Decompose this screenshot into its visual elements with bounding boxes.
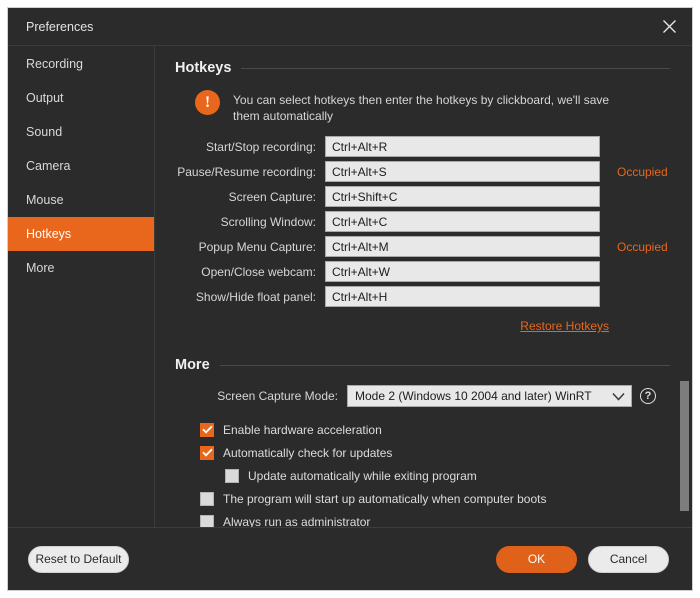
exclamation-icon: !: [195, 90, 220, 115]
section-divider: [219, 364, 670, 366]
more-section-header: More: [175, 357, 670, 373]
checkbox-row-enable-hardware-acceleration[interactable]: Enable hardware acceleration: [175, 418, 670, 441]
reset-to-default-button[interactable]: Reset to Default: [28, 545, 129, 573]
hotkey-input-popup-menu-capture[interactable]: [325, 236, 600, 257]
ok-button[interactable]: OK: [496, 545, 577, 573]
sidebar-item-label: Sound: [26, 125, 63, 139]
title-bar: Preferences: [8, 8, 692, 46]
hotkeys-section-header: Hotkeys: [175, 60, 670, 76]
sidebar-item-sound[interactable]: Sound: [8, 115, 154, 149]
sidebar-item-camera[interactable]: Camera: [8, 149, 154, 183]
hotkey-row: Show/Hide float panel:: [175, 284, 670, 309]
section-title-more: More: [175, 357, 210, 373]
restore-hotkeys-row: Restore Hotkeys: [175, 309, 609, 335]
hotkey-label: Popup Menu Capture:: [198, 239, 316, 254]
hotkey-input-open-close-webcam[interactable]: [325, 261, 600, 282]
hotkey-input-show-hide-float-panel[interactable]: [325, 286, 600, 307]
screen-capture-mode-row: Screen Capture Mode: Mode 2 (Windows 10 …: [175, 385, 670, 407]
checkbox-label: Update automatically while exiting progr…: [248, 468, 477, 483]
section-title-hotkeys: Hotkeys: [175, 60, 232, 76]
checkbox-start-up-automatically[interactable]: [200, 491, 214, 506]
checkbox-row-start-up-automatically[interactable]: The program will start up automatically …: [175, 487, 670, 510]
hotkeys-notice-text: You can select hotkeys then enter the ho…: [233, 93, 610, 123]
hotkey-row: Scrolling Window:: [175, 209, 670, 234]
hotkey-label: Pause/Resume recording:: [177, 164, 316, 179]
cancel-button[interactable]: Cancel: [588, 545, 669, 573]
scrollbar-thumb[interactable]: [680, 381, 689, 511]
content-area: Hotkeys ! You can select hotkeys then en…: [155, 46, 692, 527]
screen-capture-mode-select[interactable]: Mode 2 (Windows 10 2004 and later) WinRT: [347, 385, 632, 407]
sidebar-item-label: Recording: [26, 57, 83, 71]
chevron-down-icon: [605, 392, 631, 401]
hotkey-row: Start/Stop recording:: [175, 134, 670, 159]
window-title: Preferences: [26, 19, 94, 34]
checkbox-update-automatically-while-exiting[interactable]: [225, 468, 239, 483]
hotkeys-notice: ! You can select hotkeys then enter the …: [175, 88, 670, 134]
help-icon-label: ?: [644, 389, 652, 402]
hotkey-input-scrolling-window[interactable]: [325, 211, 600, 232]
hotkey-label: Screen Capture:: [228, 189, 316, 204]
dialog-footer: Reset to Default OK Cancel: [8, 527, 692, 590]
hotkey-label: Open/Close webcam:: [201, 264, 316, 279]
sidebar-item-label: Camera: [26, 159, 71, 173]
checkbox-label: The program will start up automatically …: [223, 491, 547, 506]
settings-panel: Hotkeys ! You can select hotkeys then en…: [155, 46, 692, 527]
hotkeys-list: Start/Stop recording: Pause/Resume recor…: [175, 134, 670, 309]
sidebar-item-more[interactable]: More: [8, 251, 154, 285]
hotkey-row: Pause/Resume recording: Occupied: [175, 159, 670, 184]
checkbox-row-update-automatically-while-exiting[interactable]: Update automatically while exiting progr…: [175, 464, 670, 487]
hotkey-status: Occupied: [617, 164, 668, 179]
hotkey-label: Start/Stop recording:: [205, 139, 316, 154]
sidebar-item-output[interactable]: Output: [8, 81, 154, 115]
restore-hotkeys-link[interactable]: Restore Hotkeys: [520, 319, 609, 333]
hotkey-label: Scrolling Window:: [220, 214, 316, 229]
footer-actions: OK Cancel: [496, 545, 669, 573]
hotkey-input-screen-capture[interactable]: [325, 186, 600, 207]
sidebar-item-hotkeys[interactable]: Hotkeys: [8, 217, 154, 251]
hotkey-input-start-stop-recording[interactable]: [325, 136, 600, 157]
hotkey-status: Occupied: [617, 239, 668, 254]
hotkey-row: Screen Capture:: [175, 184, 670, 209]
preferences-window: Preferences Recording Output Sound Camer…: [7, 7, 693, 591]
checkbox-label: Enable hardware acceleration: [223, 422, 382, 437]
content-scrollbar[interactable]: [680, 46, 689, 527]
sidebar-item-label: Hotkeys: [26, 227, 72, 241]
checkbox-label: Automatically check for updates: [223, 445, 393, 460]
hotkey-row: Open/Close webcam:: [175, 259, 670, 284]
screen-capture-mode-value: Mode 2 (Windows 10 2004 and later) WinRT: [355, 389, 592, 403]
window-body: Recording Output Sound Camera Mouse Hotk…: [8, 46, 692, 527]
hotkey-input-pause-resume-recording[interactable]: [325, 161, 600, 182]
checkbox-row-automatically-check-for-updates[interactable]: Automatically check for updates: [175, 441, 670, 464]
checkbox-always-run-as-administrator[interactable]: [200, 514, 214, 527]
sidebar-item-label: Mouse: [26, 193, 64, 207]
sidebar-item-mouse[interactable]: Mouse: [8, 183, 154, 217]
sidebar-item-recording[interactable]: Recording: [8, 47, 154, 81]
checkbox-enable-hardware-acceleration[interactable]: [200, 422, 214, 437]
checkbox-label: Always run as administrator: [223, 514, 371, 528]
hotkey-row: Popup Menu Capture: Occupied: [175, 234, 670, 259]
more-section: More Screen Capture Mode: Mode 2 (Window…: [175, 357, 670, 527]
sidebar-item-label: Output: [26, 91, 64, 105]
section-divider: [241, 67, 670, 69]
sidebar: Recording Output Sound Camera Mouse Hotk…: [8, 46, 155, 527]
close-icon[interactable]: [646, 8, 692, 45]
sidebar-item-label: More: [26, 261, 55, 275]
hotkey-label: Show/Hide float panel:: [195, 289, 316, 304]
checkbox-row-always-run-as-administrator[interactable]: Always run as administrator: [175, 510, 670, 527]
question-mark-icon[interactable]: ?: [640, 388, 656, 404]
screen-capture-mode-label: Screen Capture Mode:: [217, 389, 338, 403]
checkbox-automatically-check-for-updates[interactable]: [200, 445, 214, 460]
